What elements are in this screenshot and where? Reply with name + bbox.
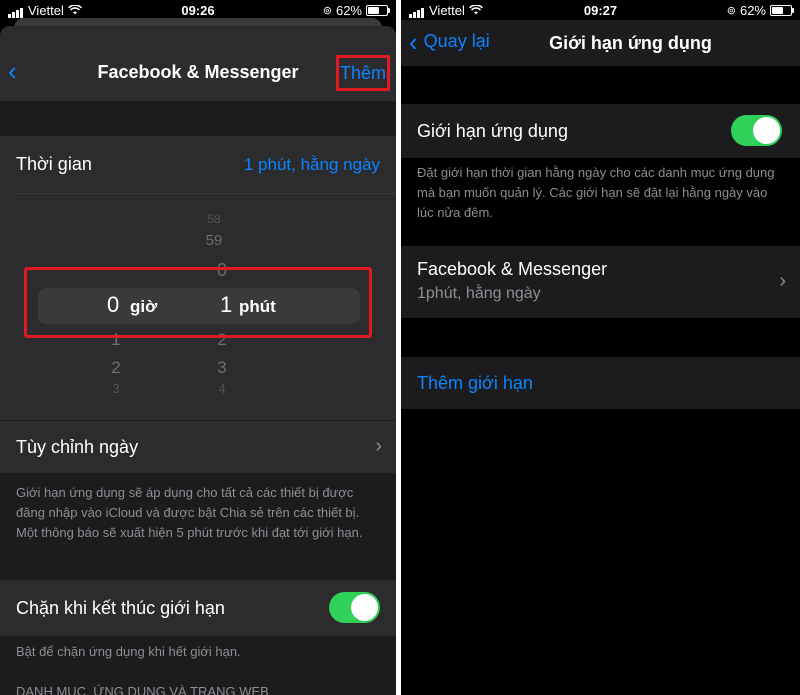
add-limit-label: Thêm giới hạn: [417, 373, 533, 393]
page-title: Giới hạn ứng dụng: [549, 33, 712, 53]
app-limits-note: Đặt giới hạn thời gian hằng ngày cho các…: [417, 165, 775, 220]
minute-option[interactable]: 59: [199, 232, 229, 249]
app-limit-title: Facebook & Messenger: [417, 259, 608, 279]
nav-bar: ‹ Quay lại Giới hạn ứng dụng: [401, 20, 800, 66]
customize-days-label: Tùy chỉnh ngày: [16, 437, 139, 457]
customize-note: Giới hạn ứng dụng sẽ áp dụng cho tất cả …: [16, 485, 363, 540]
nav-bar: ‹ Facebook & Messenger Thêm: [0, 26, 396, 101]
minute-option[interactable]: 58: [199, 212, 229, 226]
chevron-right-icon: ›: [375, 435, 382, 457]
status-bar: Viettel 09:27 ⊚ 62%: [401, 0, 800, 20]
hour-option[interactable]: 2: [101, 358, 131, 378]
app-limits-label: Giới hạn ứng dụng: [417, 121, 568, 141]
toggle-knob: [351, 594, 378, 621]
block-label: Chặn khi kết thúc giới hạn: [16, 598, 225, 618]
hour-option[interactable]: 3: [101, 381, 131, 396]
battery-percent: 62%: [739, 3, 766, 18]
orientation-lock-icon: ⊚: [322, 5, 332, 17]
battery-percent: 62%: [335, 3, 362, 18]
left-screen: Viettel 09:26 ⊚ 62% ‹ Facebook & Messeng…: [0, 0, 396, 695]
block-row: Chặn khi kết thúc giới hạn: [0, 580, 396, 636]
toggle-knob: [753, 117, 780, 144]
app-limits-row: Giới hạn ứng dụng: [401, 104, 800, 158]
block-note: Bật để chặn ứng dụng khi hết giới hạn.: [16, 644, 241, 659]
add-limit-row[interactable]: Thêm giới hạn: [401, 357, 800, 409]
add-button-label: Thêm: [339, 62, 386, 83]
section-header: DANH MỤC, ỨNG DỤNG VÀ TRANG WEB: [16, 684, 269, 695]
app-limit-subtitle: 1phút, hằng ngày: [417, 285, 541, 302]
battery-icon: [366, 5, 390, 16]
app-limits-toggle[interactable]: [731, 115, 782, 146]
highlight-frame: [24, 267, 372, 338]
status-bar: Viettel 09:26 ⊚ 62%: [0, 0, 396, 20]
block-toggle[interactable]: [329, 592, 380, 623]
orientation-lock-icon: ⊚: [726, 5, 736, 17]
battery-icon: [770, 5, 794, 16]
customize-days-row[interactable]: Tùy chỉnh ngày ›: [0, 421, 396, 473]
chevron-right-icon: ›: [779, 270, 786, 292]
right-screen: Viettel 09:27 ⊚ 62% ‹ Quay lại Giới hạn …: [401, 0, 800, 695]
minute-option[interactable]: 4: [207, 381, 237, 396]
time-section: Thời gian 1 phút, hằng ngày 58 59 0 0 gi…: [0, 136, 396, 420]
minute-option[interactable]: 3: [207, 358, 237, 378]
add-button[interactable]: Thêm: [336, 55, 390, 91]
app-limit-item[interactable]: Facebook & Messenger 1phút, hằng ngày ›: [401, 246, 800, 318]
